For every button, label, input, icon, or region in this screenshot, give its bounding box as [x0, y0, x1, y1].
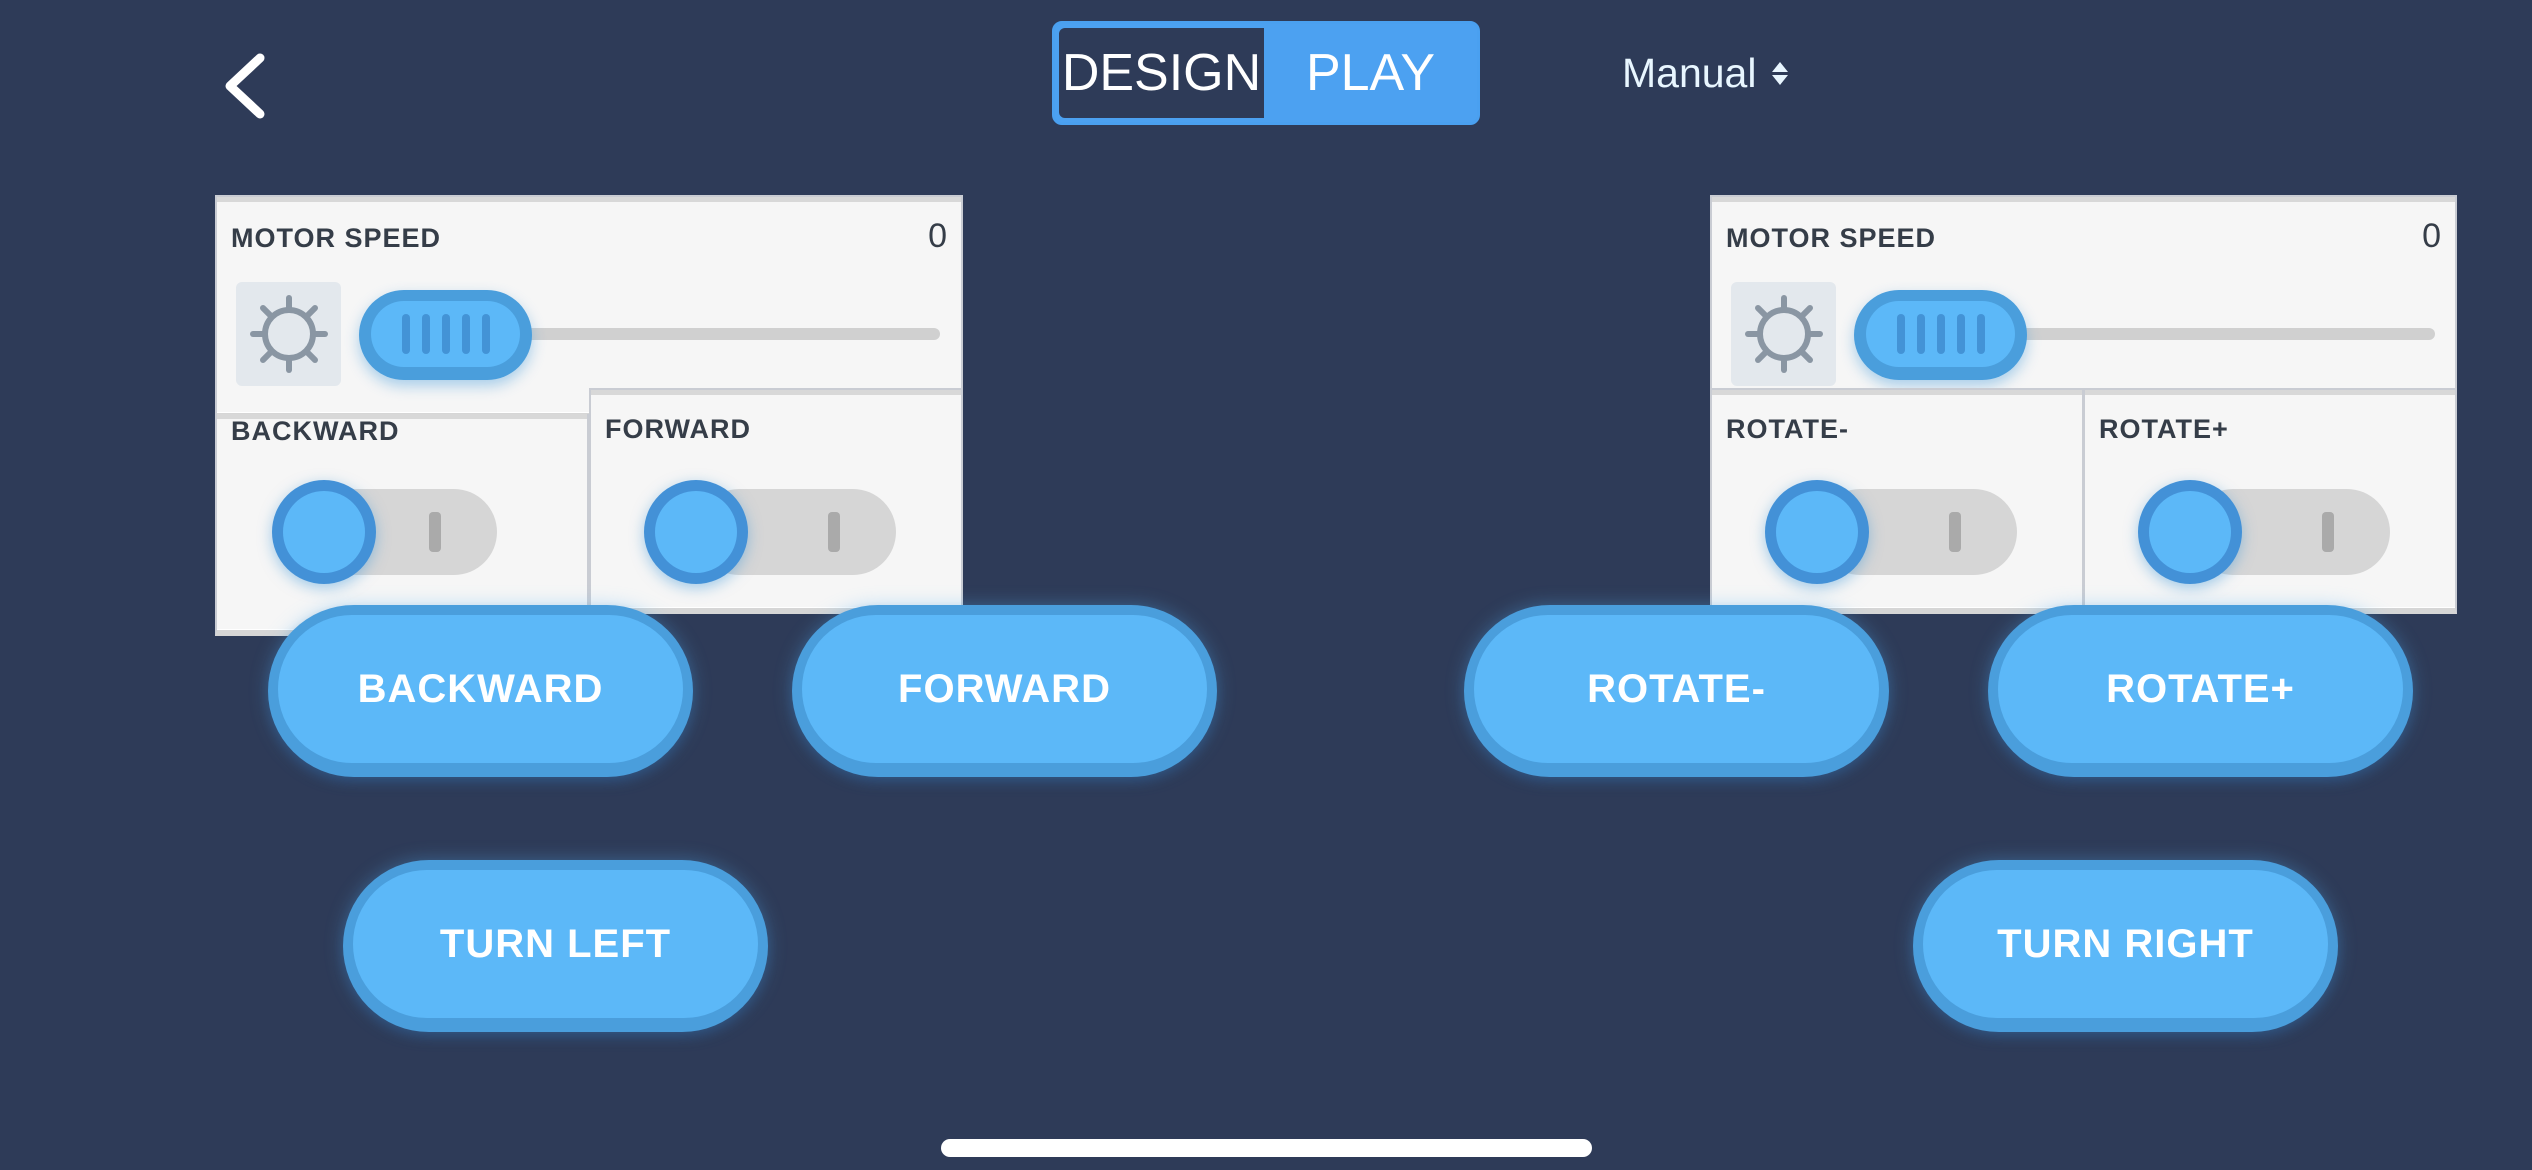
gear-icon — [1744, 295, 1823, 373]
rotate-minus-switch-label: ROTATE- — [1726, 414, 1849, 444]
forward-button[interactable]: FORWARD — [792, 605, 1217, 777]
rotate-plus-switch[interactable] — [2138, 480, 2242, 584]
tab-play[interactable]: PLAY — [1264, 24, 1477, 122]
motor-speed-panel-right: MOTOR SPEED 0 — [1710, 195, 2457, 419]
rotate-plus-button[interactable]: ROTATE+ — [1988, 605, 2413, 777]
forward-switch-panel: FORWARD — [589, 388, 963, 614]
backward-button[interactable]: BACKWARD — [268, 605, 693, 777]
mode-toggle: DESIGN PLAY — [1052, 21, 1480, 125]
backward-switch[interactable] — [272, 480, 376, 584]
forward-switch-label: FORWARD — [605, 414, 751, 444]
tab-design[interactable]: DESIGN — [1059, 28, 1264, 118]
motor-speed-label: MOTOR SPEED — [1726, 223, 1937, 253]
gear-icon-box — [1731, 282, 1836, 386]
back-button[interactable] — [210, 40, 280, 130]
chevron-left-icon — [225, 53, 265, 119]
rotate-minus-switch[interactable] — [1765, 480, 1869, 584]
mode-select[interactable]: Manual — [1622, 48, 1789, 98]
up-down-arrows-icon — [1772, 61, 1789, 85]
backward-switch-label: BACKWARD — [231, 416, 400, 446]
gear-icon-box — [236, 282, 341, 386]
forward-switch[interactable] — [644, 480, 748, 584]
gear-icon — [249, 295, 328, 373]
home-indicator[interactable] — [941, 1139, 1592, 1157]
rotate-plus-switch-label: ROTATE+ — [2099, 414, 2229, 444]
turn-right-button[interactable]: TURN RIGHT — [1913, 860, 2338, 1032]
rotate-minus-button[interactable]: ROTATE- — [1464, 605, 1889, 777]
motor-speed-value: 0 — [2422, 217, 2441, 255]
motor-speed-slider-thumb[interactable] — [1854, 290, 2027, 380]
motor-speed-panel-left: MOTOR SPEED 0 — [215, 195, 963, 419]
motor-speed-slider-thumb[interactable] — [359, 290, 532, 380]
rotate-minus-switch-panel: ROTATE- — [1710, 388, 2084, 614]
motor-speed-label: MOTOR SPEED — [231, 223, 442, 253]
backward-switch-panel: BACKWARD — [215, 414, 589, 636]
mode-select-value: Manual — [1622, 49, 1757, 96]
turn-left-button[interactable]: TURN LEFT — [343, 860, 768, 1032]
motor-speed-value: 0 — [928, 217, 947, 255]
rotate-plus-switch-panel: ROTATE+ — [2083, 388, 2457, 614]
